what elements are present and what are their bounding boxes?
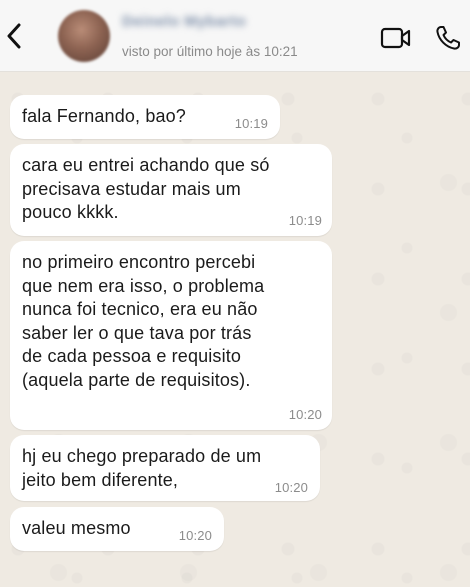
message-bubble[interactable]: cara eu entrei achando que só precisava … <box>10 144 332 236</box>
back-button[interactable] <box>0 20 28 52</box>
message-bubble[interactable]: fala Fernando, bao? 10:19 <box>10 95 280 139</box>
message-time: 10:20 <box>274 480 308 495</box>
avatar[interactable] <box>58 10 110 62</box>
message-bubble[interactable]: valeu mesmo 10:20 <box>10 507 224 551</box>
last-seen-status: visto por último hoje às 10:21 <box>122 44 298 59</box>
message-time: 10:19 <box>234 116 268 131</box>
message-time: 10:19 <box>288 213 322 228</box>
chevron-left-icon <box>7 23 21 49</box>
message-text: valeu mesmo <box>22 518 131 538</box>
message-text: no primeiro encontro percebi que nem era… <box>22 252 265 390</box>
phone-icon <box>436 26 460 50</box>
chat-header: Deinelo Mybarto visto por último hoje às… <box>0 0 470 72</box>
message-bubble[interactable]: no primeiro encontro percebi que nem era… <box>10 241 332 430</box>
message-text: fala Fernando, bao? <box>22 106 186 126</box>
message-text: hj eu chego preparado de um jeito bem di… <box>22 446 262 490</box>
video-call-button[interactable] <box>380 26 412 50</box>
message-time: 10:20 <box>178 528 212 543</box>
voice-call-button[interactable] <box>434 24 462 52</box>
video-camera-icon <box>380 27 411 49</box>
message-bubble[interactable]: hj eu chego preparado de um jeito bem di… <box>10 435 320 501</box>
message-time: 10:20 <box>288 407 322 422</box>
contact-name[interactable]: Deinelo Mybarto <box>122 13 312 33</box>
message-text: cara eu entrei achando que só precisava … <box>22 155 270 222</box>
